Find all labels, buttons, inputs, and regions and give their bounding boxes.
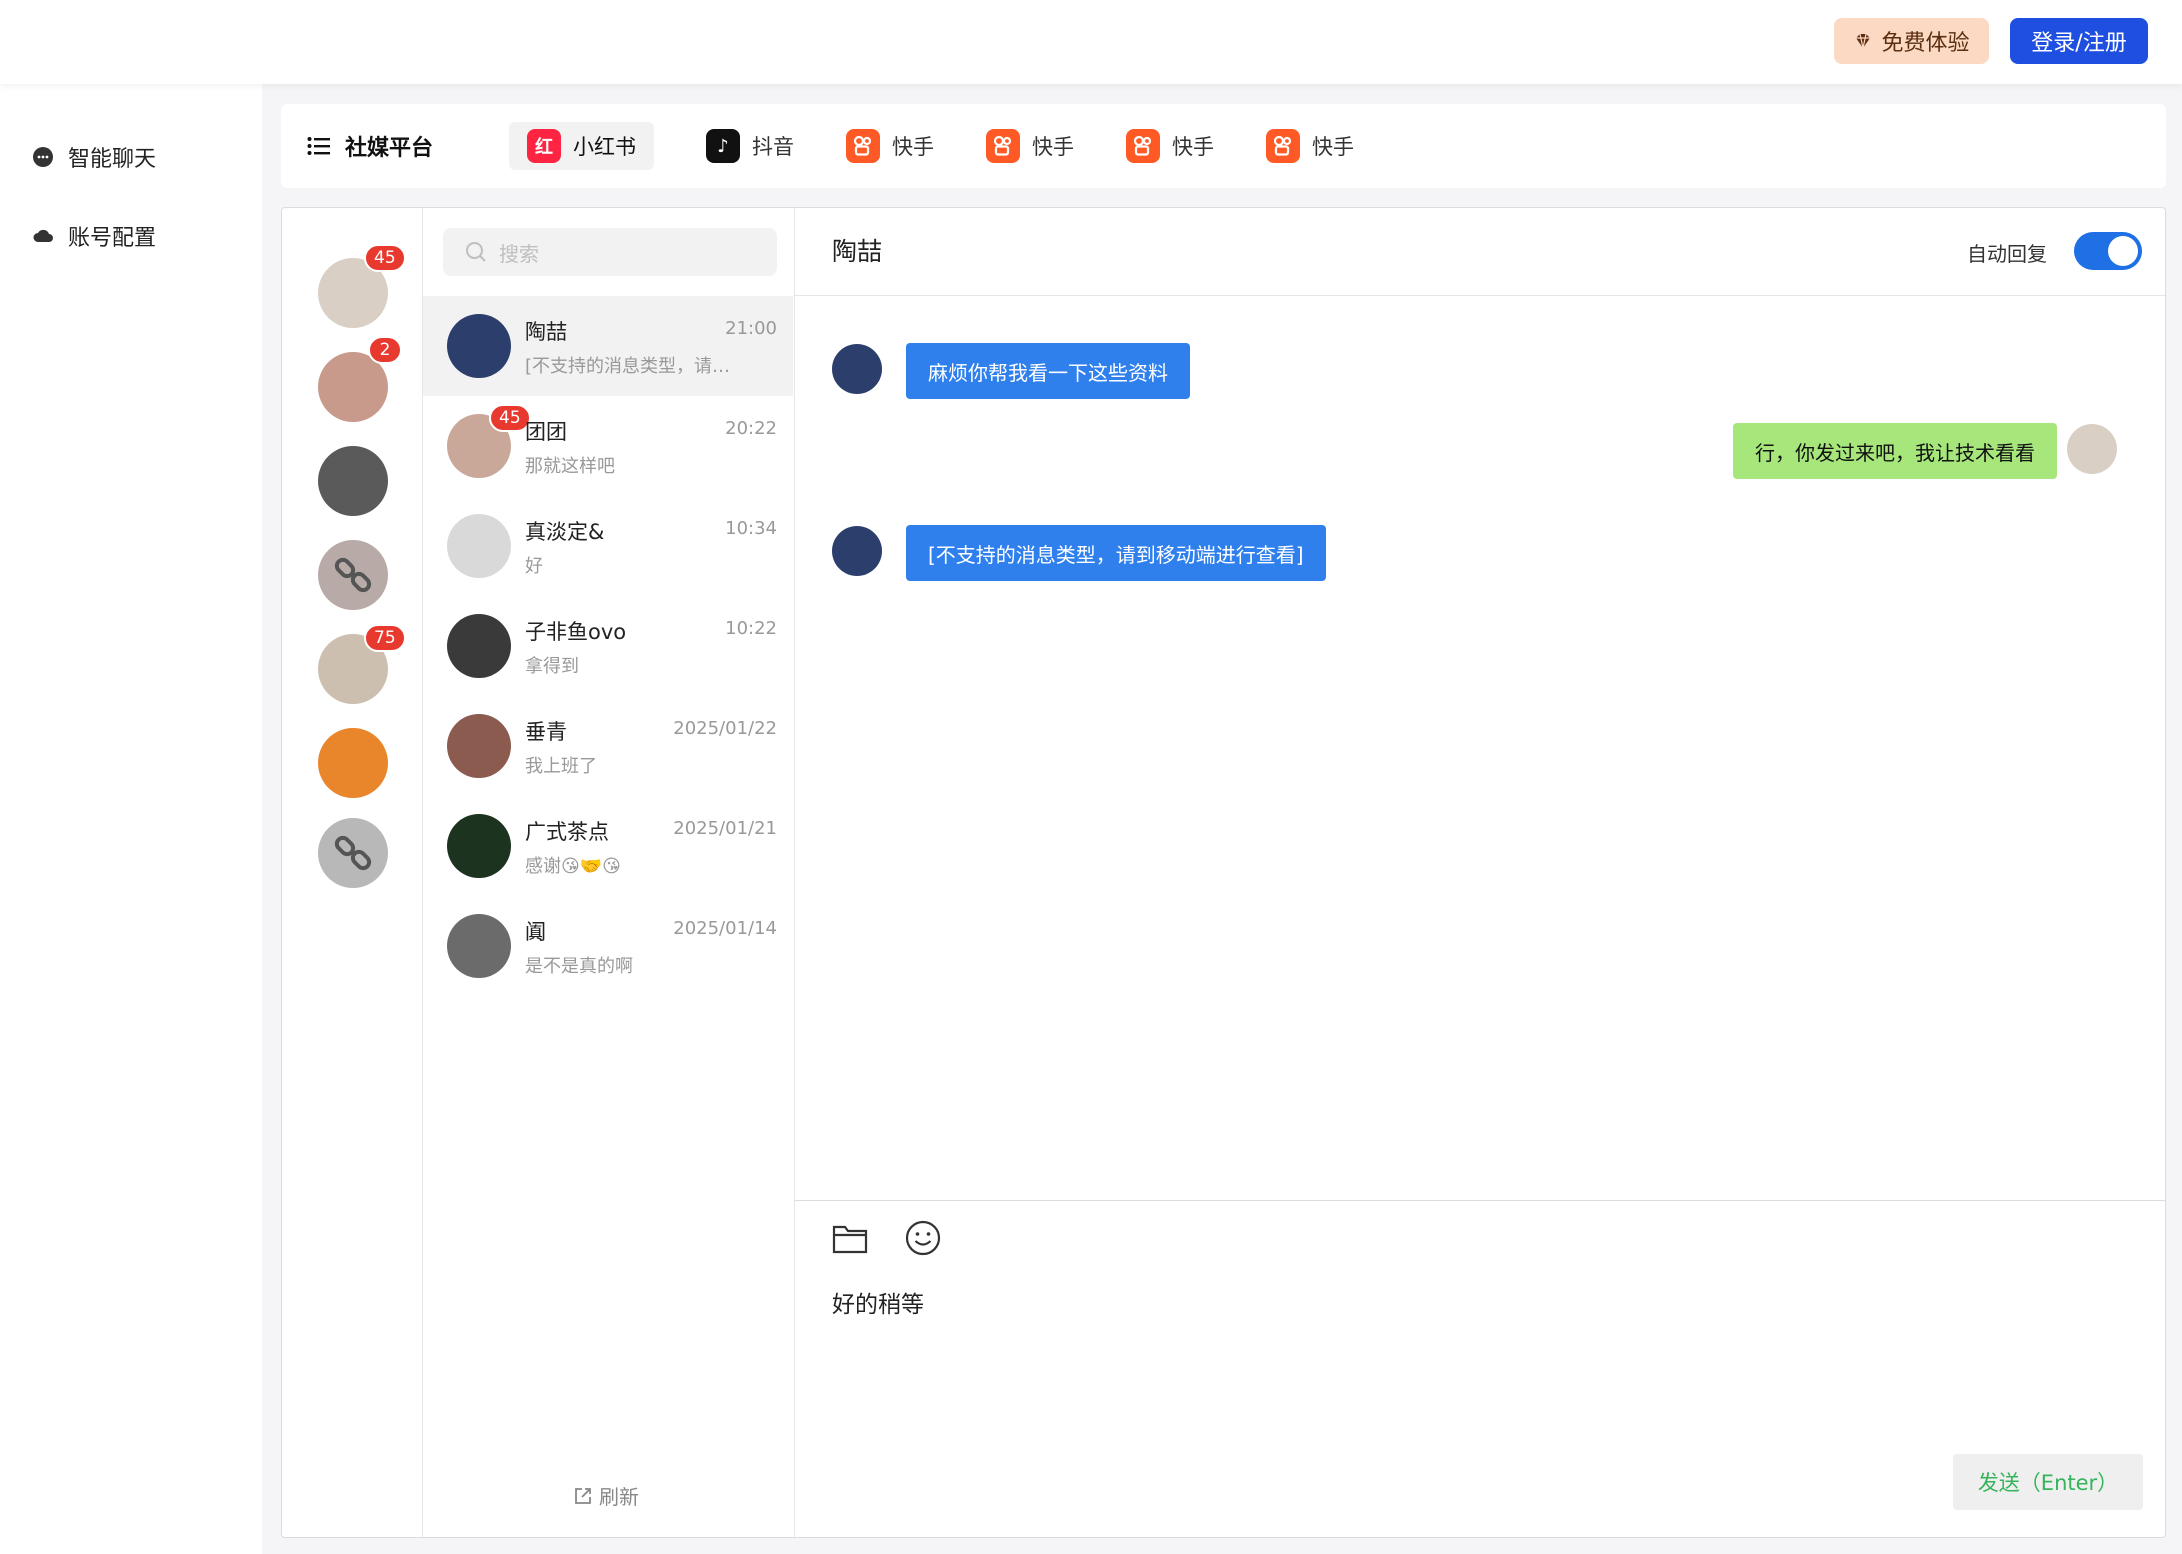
account-avatar[interactable] [318, 446, 388, 516]
contact-name: 广式茶点 [525, 820, 609, 844]
contact-avatar [447, 914, 511, 978]
platform-bar: 社媒平台 红 小红书 ♪ 抖音 快手 快手 快手 快手 [281, 104, 2166, 188]
contact-avatar [447, 714, 511, 778]
contact-avatar [832, 344, 882, 394]
message-bubble-outgoing: 行，你发过来吧，我让技术看看 [1733, 423, 2057, 479]
folder-icon[interactable] [832, 1221, 868, 1255]
conversation-item[interactable]: 阗 是不是真的啊 2025/01/14 [423, 896, 793, 996]
contact-name: 陶喆 [525, 320, 567, 344]
tab-kuaishou-3[interactable]: 快手 [1108, 122, 1232, 170]
last-message: 感谢😘🤝😘 [525, 856, 621, 877]
search-input[interactable]: 搜索 [443, 228, 777, 276]
free-trial-label: 免费体验 [1881, 31, 1970, 56]
tab-kuaishou-4[interactable]: 快手 [1248, 122, 1372, 170]
conversation-item[interactable]: 45 团团 那就这样吧 20:22 [423, 396, 793, 496]
last-time: 20:22 [725, 418, 777, 439]
contact-name: 团团 [525, 420, 567, 444]
conversation-item[interactable]: 陶喆 [不支持的消息类型，请到移动端进行查看] 21:00 [423, 296, 793, 396]
contact-avatar [447, 814, 511, 878]
list-icon [307, 137, 330, 155]
contact-name: 子非鱼ovo [525, 620, 627, 644]
search-placeholder: 搜索 [499, 241, 539, 266]
contact-avatar [447, 614, 511, 678]
contact-avatar [447, 514, 511, 578]
kuaishou-logo-icon [846, 129, 880, 163]
last-time: 2025/01/21 [673, 818, 777, 839]
contact-avatar [832, 526, 882, 576]
douyin-logo-icon: ♪ [706, 129, 740, 163]
refresh-button[interactable]: 刷新 [573, 1481, 639, 1510]
last-message: 那就这样吧 [525, 456, 615, 477]
conversation-item[interactable]: 广式茶点 感谢😘🤝😘 2025/01/21 [423, 796, 793, 896]
free-trial-button[interactable]: 免费体验 [1834, 18, 1989, 64]
auto-reply-toggle[interactable] [2074, 232, 2142, 270]
last-time: 2025/01/14 [673, 918, 777, 939]
chat-window: 陶喆 自动回复 麻烦你帮我看一下这些资料 行，你发过来吧，我让技术看看 [不支持… [795, 208, 2165, 1537]
contact-name: 垂青 [525, 720, 567, 744]
link-icon [334, 835, 372, 871]
emoji-icon[interactable] [905, 1220, 941, 1256]
last-time: 21:00 [725, 318, 777, 339]
conversation-item[interactable]: 垂青 我上班了 2025/01/22 [423, 696, 793, 796]
message-bubble-incoming: [不支持的消息类型，请到移动端进行查看] [906, 525, 1326, 581]
sidebar-item-account-config[interactable]: 账号配置 [32, 216, 156, 256]
cloud-icon [33, 229, 53, 242]
top-bar: 免费体验 登录/注册 [0, 0, 2182, 84]
last-time: 10:34 [725, 518, 777, 539]
sidebar-item-label: 智能聊天 [68, 147, 157, 172]
account-avatar-link[interactable] [318, 818, 388, 888]
conversation-item[interactable]: 真淡定& 好 10:34 [423, 496, 793, 596]
kuaishou-logo-icon [1126, 129, 1160, 163]
last-time: 10:22 [725, 618, 777, 639]
last-message: 是不是真的啊 [525, 956, 633, 977]
tab-kuaishou-1[interactable]: 快手 [828, 122, 952, 170]
diamond-icon [1856, 33, 1871, 49]
account-avatar[interactable] [318, 728, 388, 798]
sidebar-item-label: 账号配置 [68, 226, 157, 251]
send-button[interactable]: 发送（Enter） [1953, 1454, 2143, 1510]
contact-name: 阗 [525, 920, 546, 944]
xiaohongshu-logo-icon: 红 [527, 129, 561, 163]
sidebar: 智能聊天 账号配置 [0, 84, 262, 1554]
login-register-button[interactable]: 登录/注册 [2010, 18, 2148, 64]
unread-badge: 45 [364, 244, 406, 272]
compose-area: 好的稍等 发送（Enter） [795, 1200, 2165, 1537]
last-message: [不支持的消息类型，请到移动端进行查看] [525, 356, 737, 377]
contact-avatar [447, 314, 511, 378]
conversation-item[interactable]: 子非鱼ovo 拿得到 10:22 [423, 596, 793, 696]
chat-header: 陶喆 自动回复 [795, 208, 2165, 296]
account-list: 45 2 75 [282, 208, 423, 1537]
sidebar-item-smart-chat[interactable]: 智能聊天 [32, 137, 156, 177]
last-message: 好 [525, 556, 543, 577]
link-icon [334, 557, 372, 593]
unread-badge: 75 [364, 624, 406, 652]
conversation-list: 搜索 陶喆 [不支持的消息类型，请到移动端进行查看] 21:00 45 团团 那… [423, 208, 795, 1537]
unread-badge: 2 [368, 336, 402, 364]
kuaishou-logo-icon [1266, 129, 1300, 163]
platform-title: 社媒平台 [307, 126, 433, 166]
message-bubble-incoming: 麻烦你帮我看一下这些资料 [906, 343, 1190, 399]
search-icon [466, 242, 486, 262]
last-message: 我上班了 [525, 756, 597, 777]
my-avatar [2067, 424, 2117, 474]
message-input[interactable]: 好的稍等 [832, 1285, 924, 1319]
chat-panel: 45 2 75 搜索 陶喆 [不支持的消息类型，请到移动端进行查看] 21:00… [281, 207, 2166, 1538]
external-link-icon [575, 1487, 591, 1504]
last-message: 拿得到 [525, 656, 579, 677]
tab-douyin[interactable]: ♪ 抖音 [688, 122, 812, 170]
tab-xiaohongshu[interactable]: 红 小红书 [509, 122, 654, 170]
chat-contact-name: 陶喆 [832, 237, 883, 266]
tab-kuaishou-2[interactable]: 快手 [968, 122, 1092, 170]
kuaishou-logo-icon [986, 129, 1020, 163]
chat-bubble-icon [33, 147, 53, 167]
last-time: 2025/01/22 [673, 718, 777, 739]
contact-name: 真淡定& [525, 520, 605, 544]
auto-reply-label: 自动回复 [1967, 242, 2047, 266]
account-avatar-link[interactable] [318, 540, 388, 610]
